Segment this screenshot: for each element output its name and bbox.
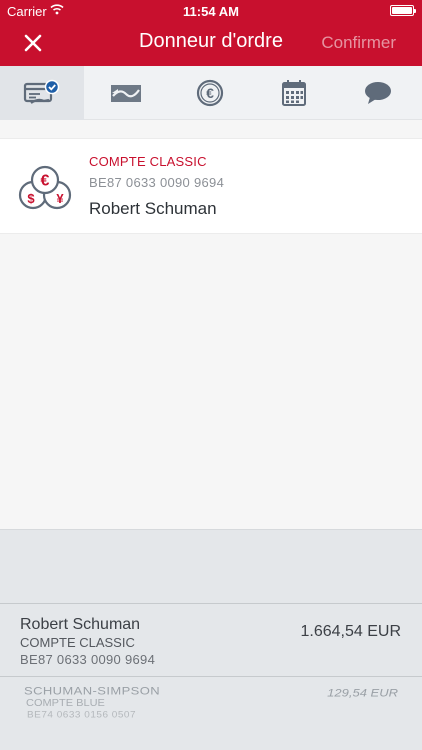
picker-row-name: Robert Schuman: [20, 616, 141, 633]
transfer-icon: [111, 85, 141, 102]
app-header: Carrier 11:54 AM Donneur d'ordre Confirm…: [0, 0, 422, 66]
svg-text:€: €: [206, 85, 214, 101]
tab-bar: €: [0, 66, 422, 120]
calendar-icon: [282, 80, 306, 106]
battery-fill: [392, 7, 412, 14]
navigation-bar: Donneur d'ordre Confirmer: [0, 22, 422, 66]
account-picker[interactable]: Robert Schuman COMPTE CLASSIC BE87 0633 …: [0, 529, 422, 750]
selected-account-card[interactable]: € $ ¥ COMPTE CLASSIC BE87 0633 0090 9694…: [0, 138, 422, 234]
tab-date[interactable]: [252, 66, 336, 120]
picker-row-selected[interactable]: Robert Schuman COMPTE CLASSIC BE87 0633 …: [0, 613, 422, 673]
account-check-icon: [23, 79, 60, 104]
message-icon: [365, 82, 391, 104]
tab-account[interactable]: [0, 66, 84, 120]
svg-text:$: $: [27, 191, 35, 206]
picker-row-iban: BE87 0633 0090 9694: [20, 652, 156, 667]
picker-row-type: COMPTE BLUE: [26, 698, 105, 709]
currency-coins-icon: € $ ¥: [18, 165, 72, 210]
svg-text:€: €: [41, 173, 50, 190]
account-type: COMPTE CLASSIC: [89, 154, 207, 169]
confirm-button[interactable]: Confirmer: [321, 33, 396, 53]
picker-row-name: SCHUMAN-SIMPSON: [24, 684, 161, 698]
picker-row-type: COMPTE CLASSIC: [20, 635, 135, 650]
status-bar: Carrier 11:54 AM: [0, 0, 422, 22]
tab-message[interactable]: [336, 66, 420, 120]
picker-selection-line-top: [0, 603, 422, 604]
picker-row[interactable]: SCHUMAN-SIMPSON COMPTE BLUE BE74 0633 01…: [0, 684, 422, 737]
account-owner: Robert Schuman: [89, 199, 217, 218]
picker-row-amount: 1.664,54 EUR: [300, 623, 401, 640]
tab-amount[interactable]: €: [168, 66, 252, 120]
account-iban: BE87 0633 0090 9694: [89, 175, 225, 190]
euro-icon: €: [196, 79, 224, 107]
picker-selection-line-bottom: [0, 676, 422, 677]
svg-text:¥: ¥: [56, 191, 64, 206]
tab-transfer[interactable]: [84, 66, 168, 120]
picker-row-iban: BE74 0633 0156 0507: [27, 710, 137, 721]
battery-icon: [390, 5, 416, 16]
picker-row-amount: 129,54 EUR: [327, 685, 398, 699]
clock: 11:54 AM: [183, 4, 239, 19]
